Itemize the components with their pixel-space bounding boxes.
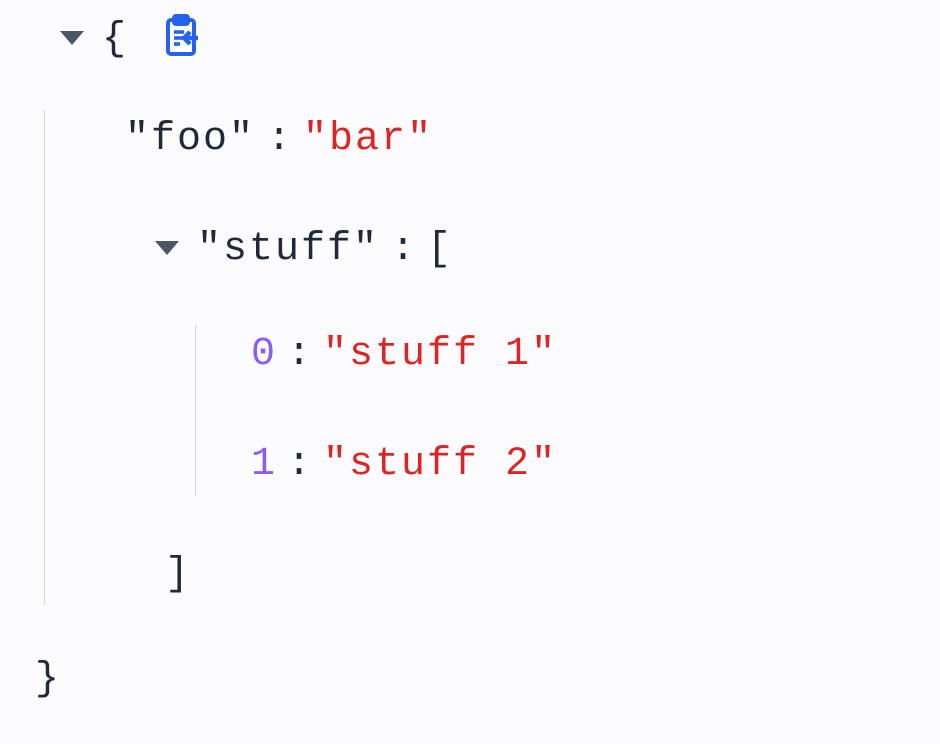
close-bracket: ] bbox=[165, 552, 189, 597]
close-brace: } bbox=[35, 657, 59, 702]
array-item-row[interactable]: 0 : "stuff 1" bbox=[251, 325, 920, 385]
open-brace: { bbox=[102, 10, 126, 70]
array-index: 0 bbox=[251, 325, 275, 385]
collapse-toggle-icon[interactable] bbox=[60, 31, 84, 45]
json-tree-viewer: { "foo" : "bar" "stuff" : [ bbox=[20, 10, 920, 710]
property-key: "foo" bbox=[125, 110, 255, 170]
close-bracket-row: ] bbox=[45, 545, 920, 605]
object-body-guide: "foo" : "bar" "stuff" : [ 0 : "stuff 1" … bbox=[44, 110, 920, 605]
colon-separator: : bbox=[267, 110, 291, 170]
property-value: "bar" bbox=[303, 110, 433, 170]
array-value: "stuff 2" bbox=[323, 435, 557, 495]
colon-separator: : bbox=[287, 325, 311, 385]
close-brace-row: } bbox=[20, 650, 920, 710]
array-index: 1 bbox=[251, 435, 275, 495]
colon-separator: : bbox=[391, 220, 415, 280]
property-stuff-row[interactable]: "stuff" : [ bbox=[45, 220, 920, 280]
array-value: "stuff 1" bbox=[323, 325, 557, 385]
collapse-toggle-icon[interactable] bbox=[155, 241, 179, 255]
array-item-row[interactable]: 1 : "stuff 2" bbox=[251, 435, 920, 495]
colon-separator: : bbox=[287, 435, 311, 495]
property-foo-row[interactable]: "foo" : "bar" bbox=[45, 110, 920, 170]
array-body-guide: 0 : "stuff 1" 1 : "stuff 2" bbox=[195, 325, 920, 495]
open-bracket: [ bbox=[427, 220, 451, 280]
root-object-row: { bbox=[20, 10, 920, 70]
copy-clipboard-icon[interactable] bbox=[156, 12, 204, 60]
property-key: "stuff" bbox=[197, 220, 379, 280]
